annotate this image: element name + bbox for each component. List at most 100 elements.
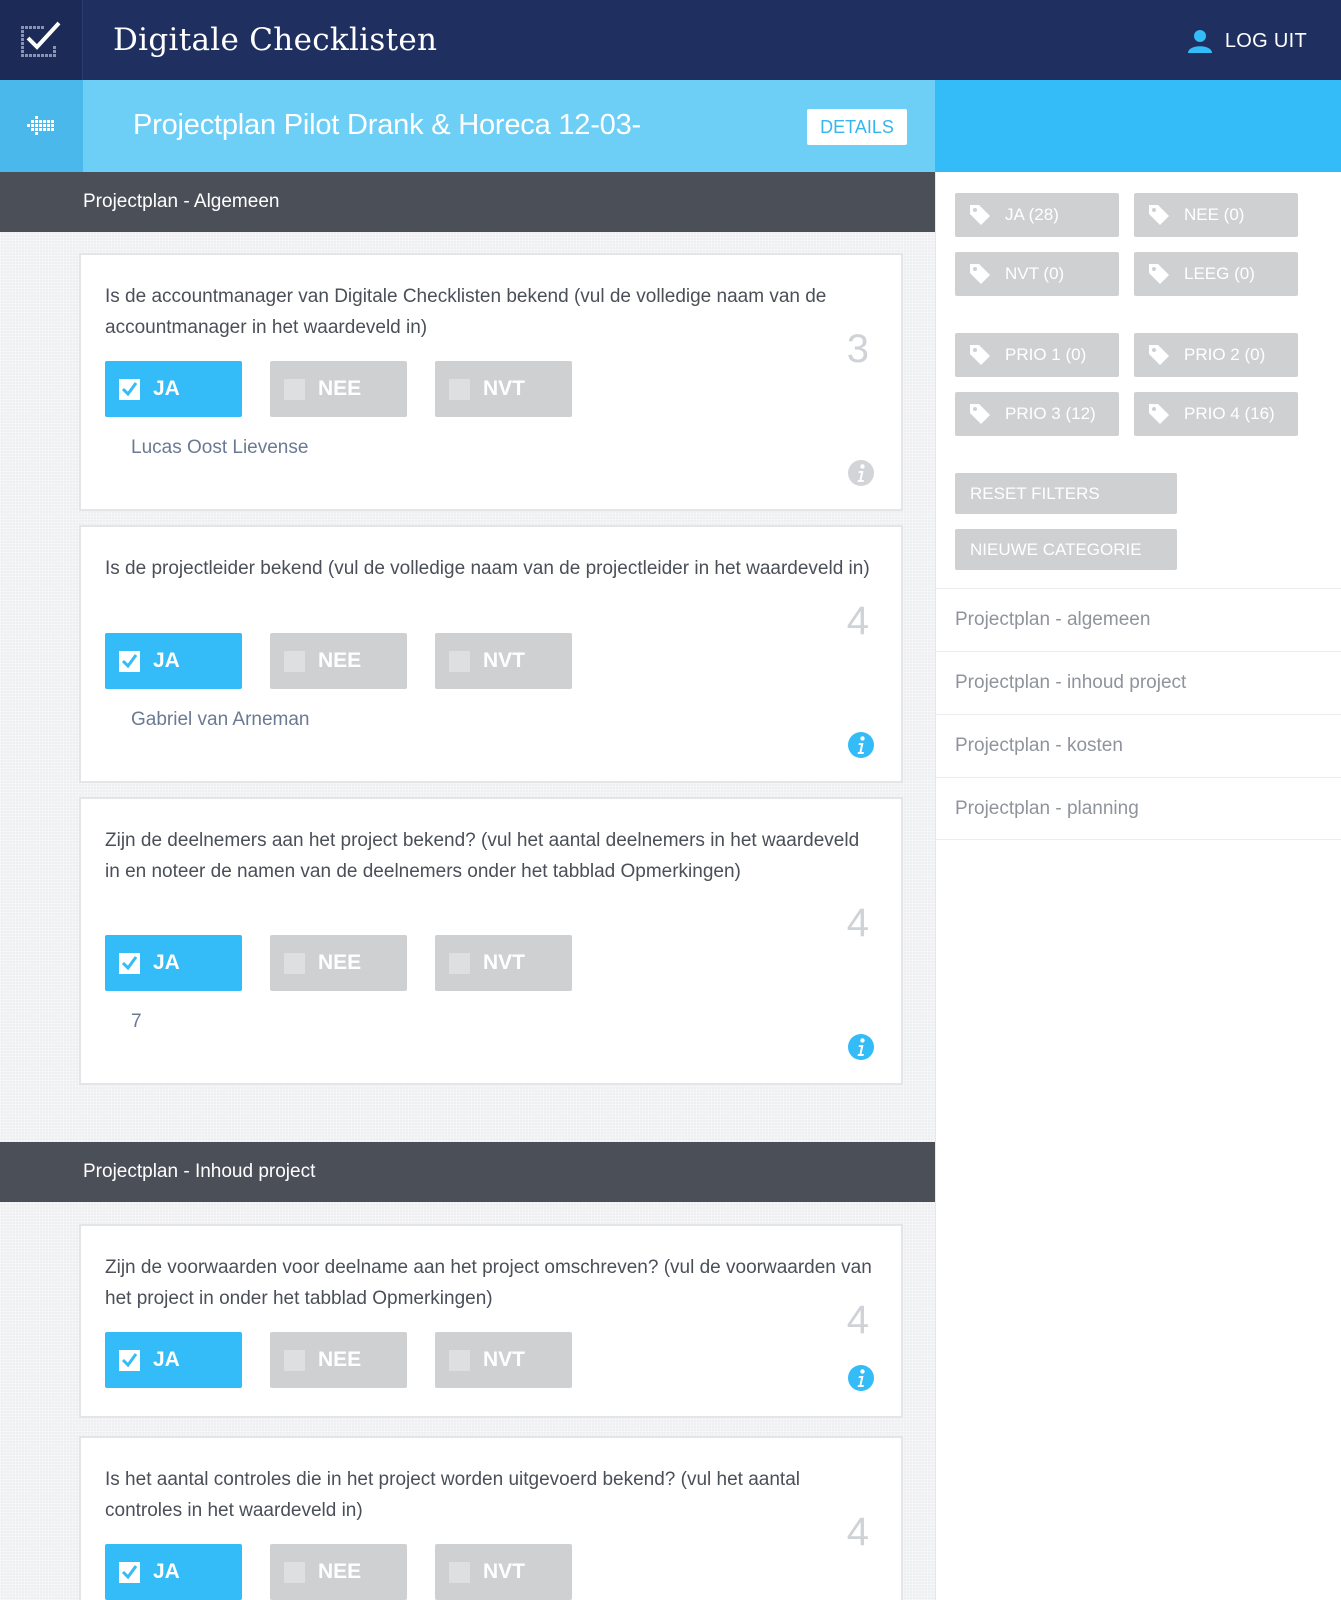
info-icon[interactable] — [847, 1364, 875, 1392]
answer-value[interactable]: 7 — [131, 1011, 142, 1033]
question-text: Is het aantal controles die in het proje… — [105, 1469, 801, 1521]
answer-label: JA — [153, 1348, 180, 1371]
answer-label: NEE — [318, 951, 362, 974]
answer-no-button[interactable]: NEE — [270, 361, 407, 417]
checkbox-checked-icon — [119, 378, 140, 400]
answer-yes-button[interactable]: JA — [105, 1544, 242, 1600]
back-button[interactable] — [0, 80, 83, 172]
logo[interactable] — [0, 0, 83, 80]
checkbox-checked-icon — [119, 1561, 140, 1583]
priority-number: 4 — [846, 1510, 869, 1554]
answer-no-button[interactable]: NEE — [270, 1332, 407, 1388]
section-header: Projectplan - Inhoud project — [0, 1142, 935, 1202]
checkbox-icon — [284, 952, 305, 974]
logout-button[interactable]: LOG UIT — [1187, 24, 1307, 58]
app-title: Digitale Checklisten — [113, 22, 438, 58]
answer-label: JA — [153, 951, 180, 974]
checkbox-icon — [284, 650, 305, 672]
info-icon[interactable] — [847, 459, 875, 487]
filter-tag-prio-4[interactable]: PRIO 4 (16) — [1134, 392, 1298, 436]
category-item[interactable]: Projectplan - algemeen — [936, 588, 1341, 651]
answer-yes-button[interactable]: JA — [105, 633, 242, 689]
info-icon[interactable] — [847, 731, 875, 759]
tag-icon — [970, 345, 990, 365]
answer-value[interactable]: Lucas Oost Lievense — [131, 437, 308, 459]
answer-label: NEE — [318, 1560, 362, 1583]
filter-tag-ja[interactable]: JA (28) — [955, 193, 1119, 237]
answer-na-button[interactable]: NVT — [435, 361, 572, 417]
answer-label: NVT — [483, 1348, 525, 1371]
answer-na-button[interactable]: NVT — [435, 1544, 572, 1600]
filter-tag-label: PRIO 3 (12) — [1005, 404, 1096, 423]
arrow-left-icon — [26, 116, 54, 135]
project-title-bar: Projectplan Pilot Drank & Horeca 12-03- … — [0, 80, 935, 172]
checkbox-icon — [449, 378, 470, 400]
tag-icon — [970, 264, 990, 284]
priority-number: 4 — [846, 901, 869, 945]
answer-na-button[interactable]: NVT — [435, 633, 572, 689]
tag-icon — [1149, 404, 1169, 424]
answer-no-button[interactable]: NEE — [270, 935, 407, 991]
details-button[interactable]: DETAILS — [807, 109, 907, 145]
answer-yes-button[interactable]: JA — [105, 1332, 242, 1388]
tag-icon — [1149, 264, 1169, 284]
answer-value[interactable]: Gabriel van Arneman — [131, 709, 310, 731]
answer-na-button[interactable]: NVT — [435, 1332, 572, 1388]
sidebar-header-band — [935, 80, 1341, 172]
answer-no-button[interactable]: NEE — [270, 1544, 407, 1600]
question-card: Zijn de deelnemers aan het project beken… — [79, 797, 903, 1085]
checkbox-icon — [284, 378, 305, 400]
filter-tag-nee[interactable]: NEE (0) — [1134, 193, 1298, 237]
filter-tag-label: NEE (0) — [1184, 205, 1245, 224]
top-navigation-bar: Digitale Checklisten LOG UIT — [0, 0, 1341, 80]
section-header: Projectplan - Algemeen — [0, 172, 935, 232]
filter-tag-prio-1[interactable]: PRIO 1 (0) — [955, 333, 1119, 377]
checkbox-icon — [284, 1561, 305, 1583]
answer-yes-button[interactable]: JA — [105, 935, 242, 991]
answer-label: NVT — [483, 377, 525, 400]
category-item[interactable]: Projectplan - planning — [936, 777, 1341, 840]
checkbox-icon — [284, 1349, 305, 1371]
question-card: Zijn de voorwaarden voor deelname aan he… — [79, 1224, 903, 1418]
answer-no-button[interactable]: NEE — [270, 633, 407, 689]
info-icon[interactable] — [847, 1033, 875, 1061]
priority-number: 4 — [846, 599, 869, 643]
answer-options: JA NEE NVT — [105, 935, 572, 991]
filter-tag-label: NVT (0) — [1005, 264, 1065, 283]
answer-options: JA NEE NVT — [105, 1332, 572, 1388]
answer-label: NVT — [483, 1560, 525, 1583]
checkbox-checked-icon — [119, 1349, 140, 1371]
question-card: Is de accountmanager van Digitale Checkl… — [79, 253, 903, 511]
new-category-button[interactable]: NIEUWE CATEGORIE — [955, 529, 1177, 570]
reset-filters-button[interactable]: RESET FILTERS — [955, 473, 1177, 514]
tag-icon — [1149, 345, 1169, 365]
filter-tag-prio-2[interactable]: PRIO 2 (0) — [1134, 333, 1298, 377]
checkbox-icon — [449, 1561, 470, 1583]
user-icon — [1187, 30, 1212, 53]
category-item[interactable]: Projectplan - kosten — [936, 714, 1341, 777]
question-text: Zijn de voorwaarden voor deelname aan he… — [105, 1257, 872, 1309]
priority-number: 4 — [846, 1298, 869, 1342]
answer-options: JA NEE NVT — [105, 361, 572, 417]
filter-tag-nvt[interactable]: NVT (0) — [955, 252, 1119, 296]
question-text: Is de accountmanager van Digitale Checkl… — [105, 286, 827, 338]
answer-label: NVT — [483, 951, 525, 974]
filter-tag-label: PRIO 1 (0) — [1005, 345, 1087, 364]
answer-label: NEE — [318, 377, 362, 400]
question-text: Zijn de deelnemers aan het project beken… — [105, 830, 860, 882]
answer-na-button[interactable]: NVT — [435, 935, 572, 991]
question-text: Is de projectleider bekend (vul de volle… — [105, 558, 870, 579]
answer-label: JA — [153, 1560, 180, 1583]
question-card: Is het aantal controles die in het proje… — [79, 1436, 903, 1600]
filter-tag-leeg[interactable]: LEEG (0) — [1134, 252, 1298, 296]
project-title: Projectplan Pilot Drank & Horeca 12-03- — [133, 109, 641, 141]
category-item[interactable]: Projectplan - inhoud project — [936, 651, 1341, 714]
answer-label: NEE — [318, 1348, 362, 1371]
answer-options: JA NEE NVT — [105, 633, 572, 689]
filter-tag-prio-3[interactable]: PRIO 3 (12) — [955, 392, 1119, 436]
answer-yes-button[interactable]: JA — [105, 361, 242, 417]
checkbox-icon — [449, 650, 470, 672]
answer-label: NVT — [483, 649, 525, 672]
answer-options: JA NEE NVT — [105, 1544, 572, 1600]
answer-label: NEE — [318, 649, 362, 672]
